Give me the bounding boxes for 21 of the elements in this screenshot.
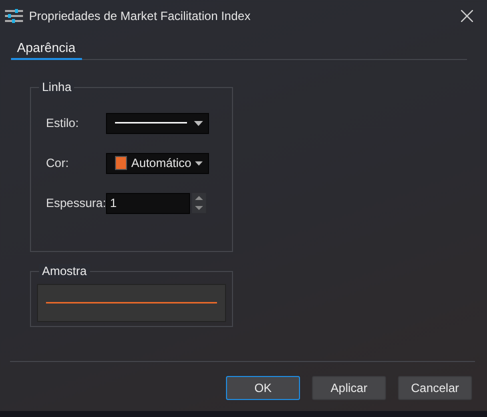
thickness-input[interactable]: 1	[106, 192, 190, 214]
line-style-dropdown[interactable]	[106, 112, 209, 134]
field-label: Cor:	[46, 156, 70, 170]
tab[interactable]: Aparência	[11, 38, 82, 60]
field-label: Espessura:	[46, 196, 106, 210]
window-title: Propriedades de Market Facilitation Index	[29, 9, 252, 23]
color-dropdown[interactable]: Automático	[106, 152, 209, 174]
group-title: Amostra	[39, 264, 90, 278]
spin-down-button[interactable]	[192, 203, 206, 213]
caret-icon	[194, 120, 203, 126]
line-style-icon	[115, 122, 190, 124]
spin-up-button[interactable]	[192, 193, 206, 203]
settings-icon	[5, 9, 23, 23]
caret-icon	[195, 160, 203, 166]
dialog-button[interactable]: Cancelar	[398, 376, 472, 400]
group-title: Linha	[39, 80, 74, 94]
down-arrow-icon	[195, 206, 203, 210]
dialog-button[interactable]: Aplicar	[312, 376, 386, 400]
up-arrow-icon	[195, 196, 203, 200]
dialog-button[interactable]: OK	[226, 376, 300, 400]
field-label: Estilo:	[46, 116, 80, 130]
